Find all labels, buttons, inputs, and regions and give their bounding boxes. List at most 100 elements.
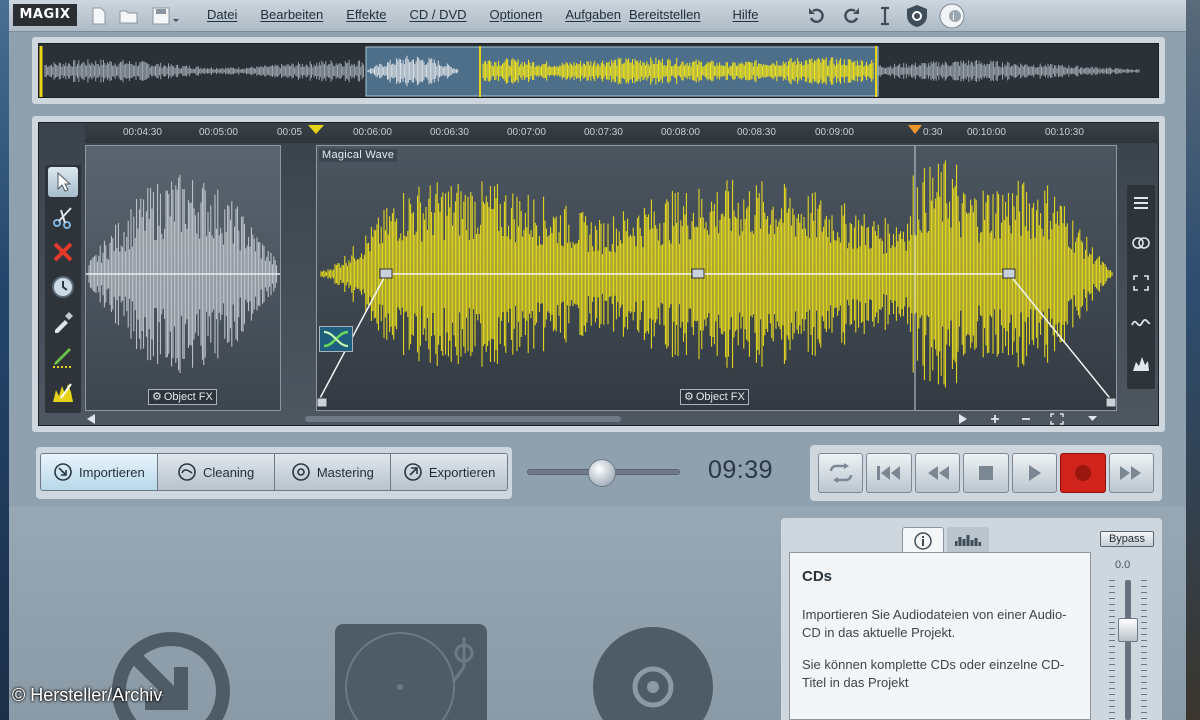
menu-datei[interactable]: Datei bbox=[207, 0, 237, 32]
equalizer-icon bbox=[955, 535, 981, 546]
audio-object-inactive[interactable]: ⚙ Object FX bbox=[85, 145, 281, 411]
record-button[interactable] bbox=[1060, 453, 1106, 493]
menu-items: Datei Bearbeiten Effekte CD / DVD Option… bbox=[207, 0, 782, 32]
app-logo: MAGIX bbox=[13, 4, 77, 26]
undo-icon[interactable] bbox=[805, 4, 829, 28]
tab-info[interactable] bbox=[902, 527, 944, 553]
zoom-fit-icon[interactable] bbox=[1129, 269, 1153, 297]
object-fx-button[interactable]: ⚙ Object FX bbox=[148, 389, 217, 405]
skip-to-start-button[interactable] bbox=[866, 453, 912, 493]
import-icon bbox=[54, 463, 72, 481]
stereo-icon[interactable] bbox=[1129, 229, 1153, 257]
mode-cleaning[interactable]: Cleaning bbox=[157, 454, 275, 490]
horizontal-scrollbar[interactable] bbox=[85, 413, 1159, 425]
overview-waveform[interactable] bbox=[38, 43, 1159, 98]
transport-buttons bbox=[818, 453, 1154, 493]
settings-shield-icon[interactable] bbox=[903, 4, 931, 28]
svg-text:i: i bbox=[952, 12, 955, 23]
object-fx-button[interactable]: ⚙ Object FX bbox=[680, 389, 749, 405]
volume-handle[interactable] bbox=[379, 268, 393, 279]
help-globe-icon[interactable]: i bbox=[937, 3, 967, 29]
level-readout: 0.0 bbox=[1115, 559, 1131, 571]
fader-scale bbox=[1141, 580, 1147, 720]
object-fx-label: Object FX bbox=[695, 391, 745, 403]
inactive-waveform bbox=[86, 175, 280, 373]
volume-handle[interactable] bbox=[1002, 268, 1016, 279]
tool-palette bbox=[45, 165, 81, 413]
pencil-tool[interactable] bbox=[48, 342, 78, 372]
tab-equalizer[interactable] bbox=[947, 527, 989, 553]
mouse-mode-tool[interactable] bbox=[48, 167, 78, 197]
fast-forward-icon bbox=[1120, 466, 1142, 480]
new-file-icon[interactable] bbox=[89, 6, 109, 26]
cd-icon[interactable] bbox=[591, 625, 715, 720]
overview-panel bbox=[32, 37, 1165, 104]
wave-draw-tool[interactable] bbox=[48, 377, 78, 407]
menu-optionen[interactable]: Optionen bbox=[490, 0, 543, 32]
spectrum-icon[interactable] bbox=[1129, 349, 1153, 377]
arranger: 00:04:30 00:05:00 00:05 00:06:00 00:06:3… bbox=[38, 122, 1159, 426]
desktop-edge-right bbox=[1186, 0, 1200, 720]
stop-icon bbox=[978, 466, 993, 480]
menu-bereitstellen[interactable]: Bereitstellen bbox=[629, 0, 701, 32]
scroll-thumb[interactable] bbox=[305, 416, 621, 422]
loop-button[interactable] bbox=[818, 453, 864, 493]
menu-bearbeiten[interactable]: Bearbeiten bbox=[260, 0, 323, 32]
desktop-edge-left bbox=[0, 0, 9, 720]
menu-cd-dvd[interactable]: CD / DVD bbox=[409, 0, 466, 32]
menu-aufgaben[interactable]: Aufgaben bbox=[565, 0, 621, 32]
fast-forward-button[interactable] bbox=[1108, 453, 1154, 493]
scroll-controls bbox=[87, 413, 1097, 425]
fader-knob[interactable] bbox=[1118, 618, 1138, 642]
play-button[interactable] bbox=[1011, 453, 1058, 493]
mode-label: Mastering bbox=[316, 464, 374, 480]
clip-title: Magical Wave bbox=[319, 149, 398, 162]
time-display: 09:39 bbox=[708, 456, 774, 484]
tracks-icon[interactable] bbox=[1129, 189, 1153, 217]
playhead-marker[interactable] bbox=[908, 125, 922, 134]
right-tool-strip bbox=[1127, 185, 1155, 389]
volume-handle[interactable] bbox=[691, 268, 705, 279]
open-folder-icon[interactable] bbox=[119, 6, 139, 26]
position-slider-knob[interactable] bbox=[588, 459, 616, 487]
scroll-left-icon[interactable] bbox=[87, 414, 95, 424]
skip-to-start-icon bbox=[877, 466, 901, 480]
delete-tool[interactable] bbox=[48, 237, 78, 267]
crossfade-icon[interactable] bbox=[319, 326, 353, 352]
audio-object-active[interactable]: Magical Wave ⚙ Object FX bbox=[316, 145, 1117, 411]
object-fx-label: Object FX bbox=[163, 391, 213, 403]
rewind-button[interactable] bbox=[914, 453, 961, 493]
stop-button[interactable] bbox=[963, 453, 1009, 493]
fade-handle[interactable] bbox=[1105, 397, 1116, 408]
menu-bar: MAGIX Datei Bearbeiten Effekte CD / DVD … bbox=[9, 0, 1186, 32]
gear-icon: ⚙ bbox=[152, 391, 162, 403]
curve-icon[interactable] bbox=[1129, 309, 1153, 337]
zoom-in-icon[interactable] bbox=[991, 415, 999, 423]
active-waveform bbox=[317, 146, 1116, 410]
mode-label: Importieren bbox=[79, 464, 145, 480]
start-marker[interactable] bbox=[308, 125, 324, 134]
play-arrow-icon[interactable] bbox=[959, 414, 967, 424]
timeline-ruler[interactable]: 00:04:30 00:05:00 00:05 00:06:00 00:06:3… bbox=[85, 123, 1159, 143]
fader-rail[interactable] bbox=[1125, 580, 1131, 720]
save-icon[interactable] bbox=[151, 6, 181, 26]
turntable-icon[interactable] bbox=[334, 623, 488, 720]
bypass-button[interactable]: Bypass bbox=[1100, 531, 1154, 547]
time-stretch-tool[interactable] bbox=[48, 272, 78, 302]
dropdown-icon[interactable] bbox=[1088, 416, 1097, 421]
redo-icon[interactable] bbox=[839, 4, 863, 28]
pipette-tool[interactable] bbox=[48, 307, 78, 337]
fit-view-icon[interactable] bbox=[1050, 413, 1064, 425]
mode-mastering[interactable]: Mastering bbox=[274, 454, 392, 490]
mode-exportieren[interactable]: Exportieren bbox=[391, 454, 507, 490]
scissors-tool[interactable] bbox=[48, 202, 78, 232]
menu-effekte[interactable]: Effekte bbox=[346, 0, 386, 32]
menu-hilfe[interactable]: Hilfe bbox=[733, 0, 759, 32]
fade-handle[interactable] bbox=[317, 397, 328, 408]
mode-importieren[interactable]: Importieren bbox=[41, 454, 158, 490]
play-icon bbox=[1029, 465, 1042, 481]
cursor-tool-icon[interactable] bbox=[873, 4, 897, 28]
arranger-panel: 00:04:30 00:05:00 00:05 00:06:00 00:06:3… bbox=[32, 116, 1165, 432]
info-body: CDs Importieren Sie Audiodateien von ein… bbox=[789, 552, 1091, 720]
export-icon bbox=[404, 463, 422, 481]
